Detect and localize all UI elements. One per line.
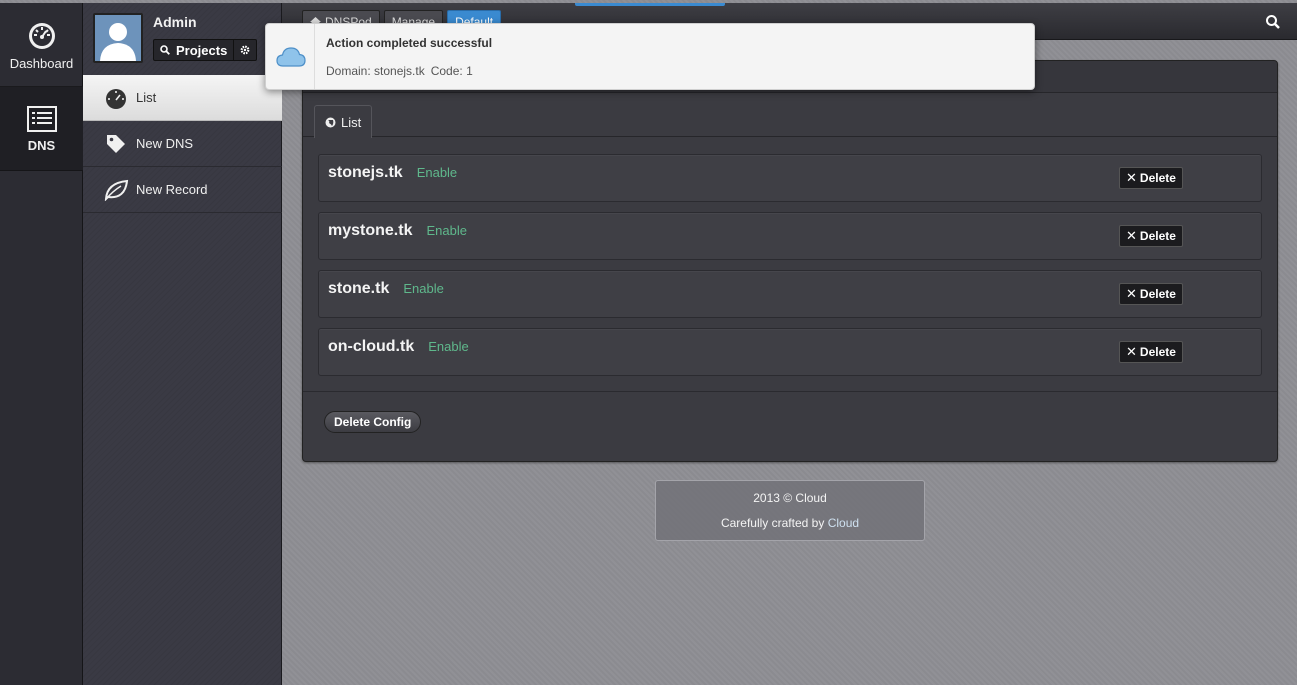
footer-copyright: 2013 © Cloud bbox=[753, 491, 827, 505]
list-icon bbox=[26, 106, 57, 132]
projects-button-group: Projects bbox=[153, 39, 258, 61]
toast-icon-box bbox=[266, 24, 315, 89]
rail-label-dashboard: Dashboard bbox=[9, 56, 74, 71]
subnav-label-list: List bbox=[136, 90, 157, 105]
footer-credits-link[interactable]: Cloud bbox=[828, 516, 859, 530]
status-badge: Enable bbox=[428, 339, 469, 354]
gear-icon bbox=[240, 45, 250, 55]
footer-credits: Carefully crafted by Cloud bbox=[656, 516, 924, 530]
icon-rail: Dashboard DNS bbox=[0, 3, 83, 685]
list-item: stonejs.tk Enable ✕ Delete bbox=[318, 154, 1262, 202]
subnav-label-new-record: New Record bbox=[136, 182, 208, 197]
status-badge: Enable bbox=[416, 165, 458, 180]
leaf-icon bbox=[103, 179, 129, 201]
tab-list-label: List bbox=[341, 114, 362, 130]
toast-message: Domain: stonejs.tk Code: 1 bbox=[326, 64, 473, 78]
toast-domain: Domain: stonejs.tk bbox=[326, 64, 425, 78]
notification-toast[interactable]: Action completed successful Domain: ston… bbox=[265, 23, 1035, 90]
rail-item-dashboard[interactable]: Dashboard bbox=[0, 3, 83, 87]
footer-credits-prefix: Carefully crafted by bbox=[720, 516, 825, 530]
panel-divider bbox=[303, 391, 1277, 392]
search-icon bbox=[160, 45, 170, 55]
profile-block: Admin Projects bbox=[83, 3, 282, 75]
subnav-item-list[interactable]: List bbox=[83, 75, 282, 121]
list-item: stone.tk Enable ✕ Delete bbox=[318, 270, 1262, 318]
domain-name[interactable]: stonejs.tk bbox=[328, 164, 403, 182]
delete-label: Delete bbox=[1139, 345, 1176, 359]
list-item: on-cloud.tk Enable ✕ Delete bbox=[318, 328, 1262, 376]
projects-button[interactable]: Projects bbox=[154, 40, 233, 60]
close-icon: ✕ bbox=[1126, 344, 1137, 359]
dashboard-icon bbox=[28, 23, 55, 49]
page-footer: 2013 © Cloud Carefully crafted by Cloud bbox=[655, 480, 925, 541]
delete-button[interactable]: ✕ Delete bbox=[1119, 283, 1183, 305]
search-icon[interactable] bbox=[1265, 14, 1281, 30]
close-icon: ✕ bbox=[1126, 286, 1137, 301]
domain-name[interactable]: mystone.tk bbox=[328, 222, 412, 240]
user-silhouette-icon bbox=[95, 15, 141, 61]
avatar[interactable] bbox=[93, 13, 143, 63]
close-icon: ✕ bbox=[1126, 170, 1137, 185]
dashboard-icon bbox=[103, 87, 129, 109]
status-badge: Enable bbox=[426, 223, 467, 238]
domain-panel: List stonejs.tk Enable ✕ Delete mystone.… bbox=[302, 60, 1278, 462]
subnav-item-new-dns[interactable]: New DNS bbox=[83, 121, 282, 167]
delete-config-button[interactable]: Delete Config bbox=[324, 411, 422, 433]
projects-label: Projects bbox=[176, 42, 228, 58]
delete-label: Delete bbox=[1139, 287, 1176, 301]
sub-sidebar: Admin Projects List New DNS New Record bbox=[83, 3, 282, 685]
cloud-icon bbox=[276, 47, 306, 67]
rail-item-dns[interactable]: DNS bbox=[0, 87, 83, 171]
profile-name: Admin bbox=[153, 14, 197, 30]
delete-button[interactable]: ✕ Delete bbox=[1119, 167, 1183, 189]
app-root: Dashboard DNS Admin Projects List New DN… bbox=[0, 3, 1297, 685]
subnav-item-new-record[interactable]: New Record bbox=[83, 167, 282, 213]
close-icon: ✕ bbox=[1126, 228, 1137, 243]
toast-code: Code: 1 bbox=[430, 64, 473, 78]
delete-button[interactable]: ✕ Delete bbox=[1119, 225, 1183, 247]
subnav-label-new-dns: New DNS bbox=[136, 136, 194, 151]
domain-name[interactable]: stone.tk bbox=[328, 280, 389, 298]
settings-button[interactable] bbox=[233, 40, 256, 60]
domain-name[interactable]: on-cloud.tk bbox=[328, 338, 414, 356]
top-accent-strip bbox=[575, 3, 725, 6]
tab-bar: List bbox=[303, 93, 1277, 138]
delete-button[interactable]: ✕ Delete bbox=[1119, 341, 1183, 363]
tag-icon bbox=[103, 133, 129, 155]
globe-icon bbox=[325, 117, 336, 127]
tab-list[interactable]: List bbox=[314, 105, 373, 138]
delete-label: Delete bbox=[1139, 171, 1176, 185]
rail-label-dns: DNS bbox=[27, 138, 56, 153]
list-item: mystone.tk Enable ✕ Delete bbox=[318, 212, 1262, 260]
delete-label: Delete bbox=[1139, 229, 1176, 243]
toast-title: Action completed successful bbox=[326, 36, 493, 50]
status-badge: Enable bbox=[403, 281, 444, 296]
domain-list: stonejs.tk Enable ✕ Delete mystone.tk En… bbox=[318, 154, 1262, 386]
